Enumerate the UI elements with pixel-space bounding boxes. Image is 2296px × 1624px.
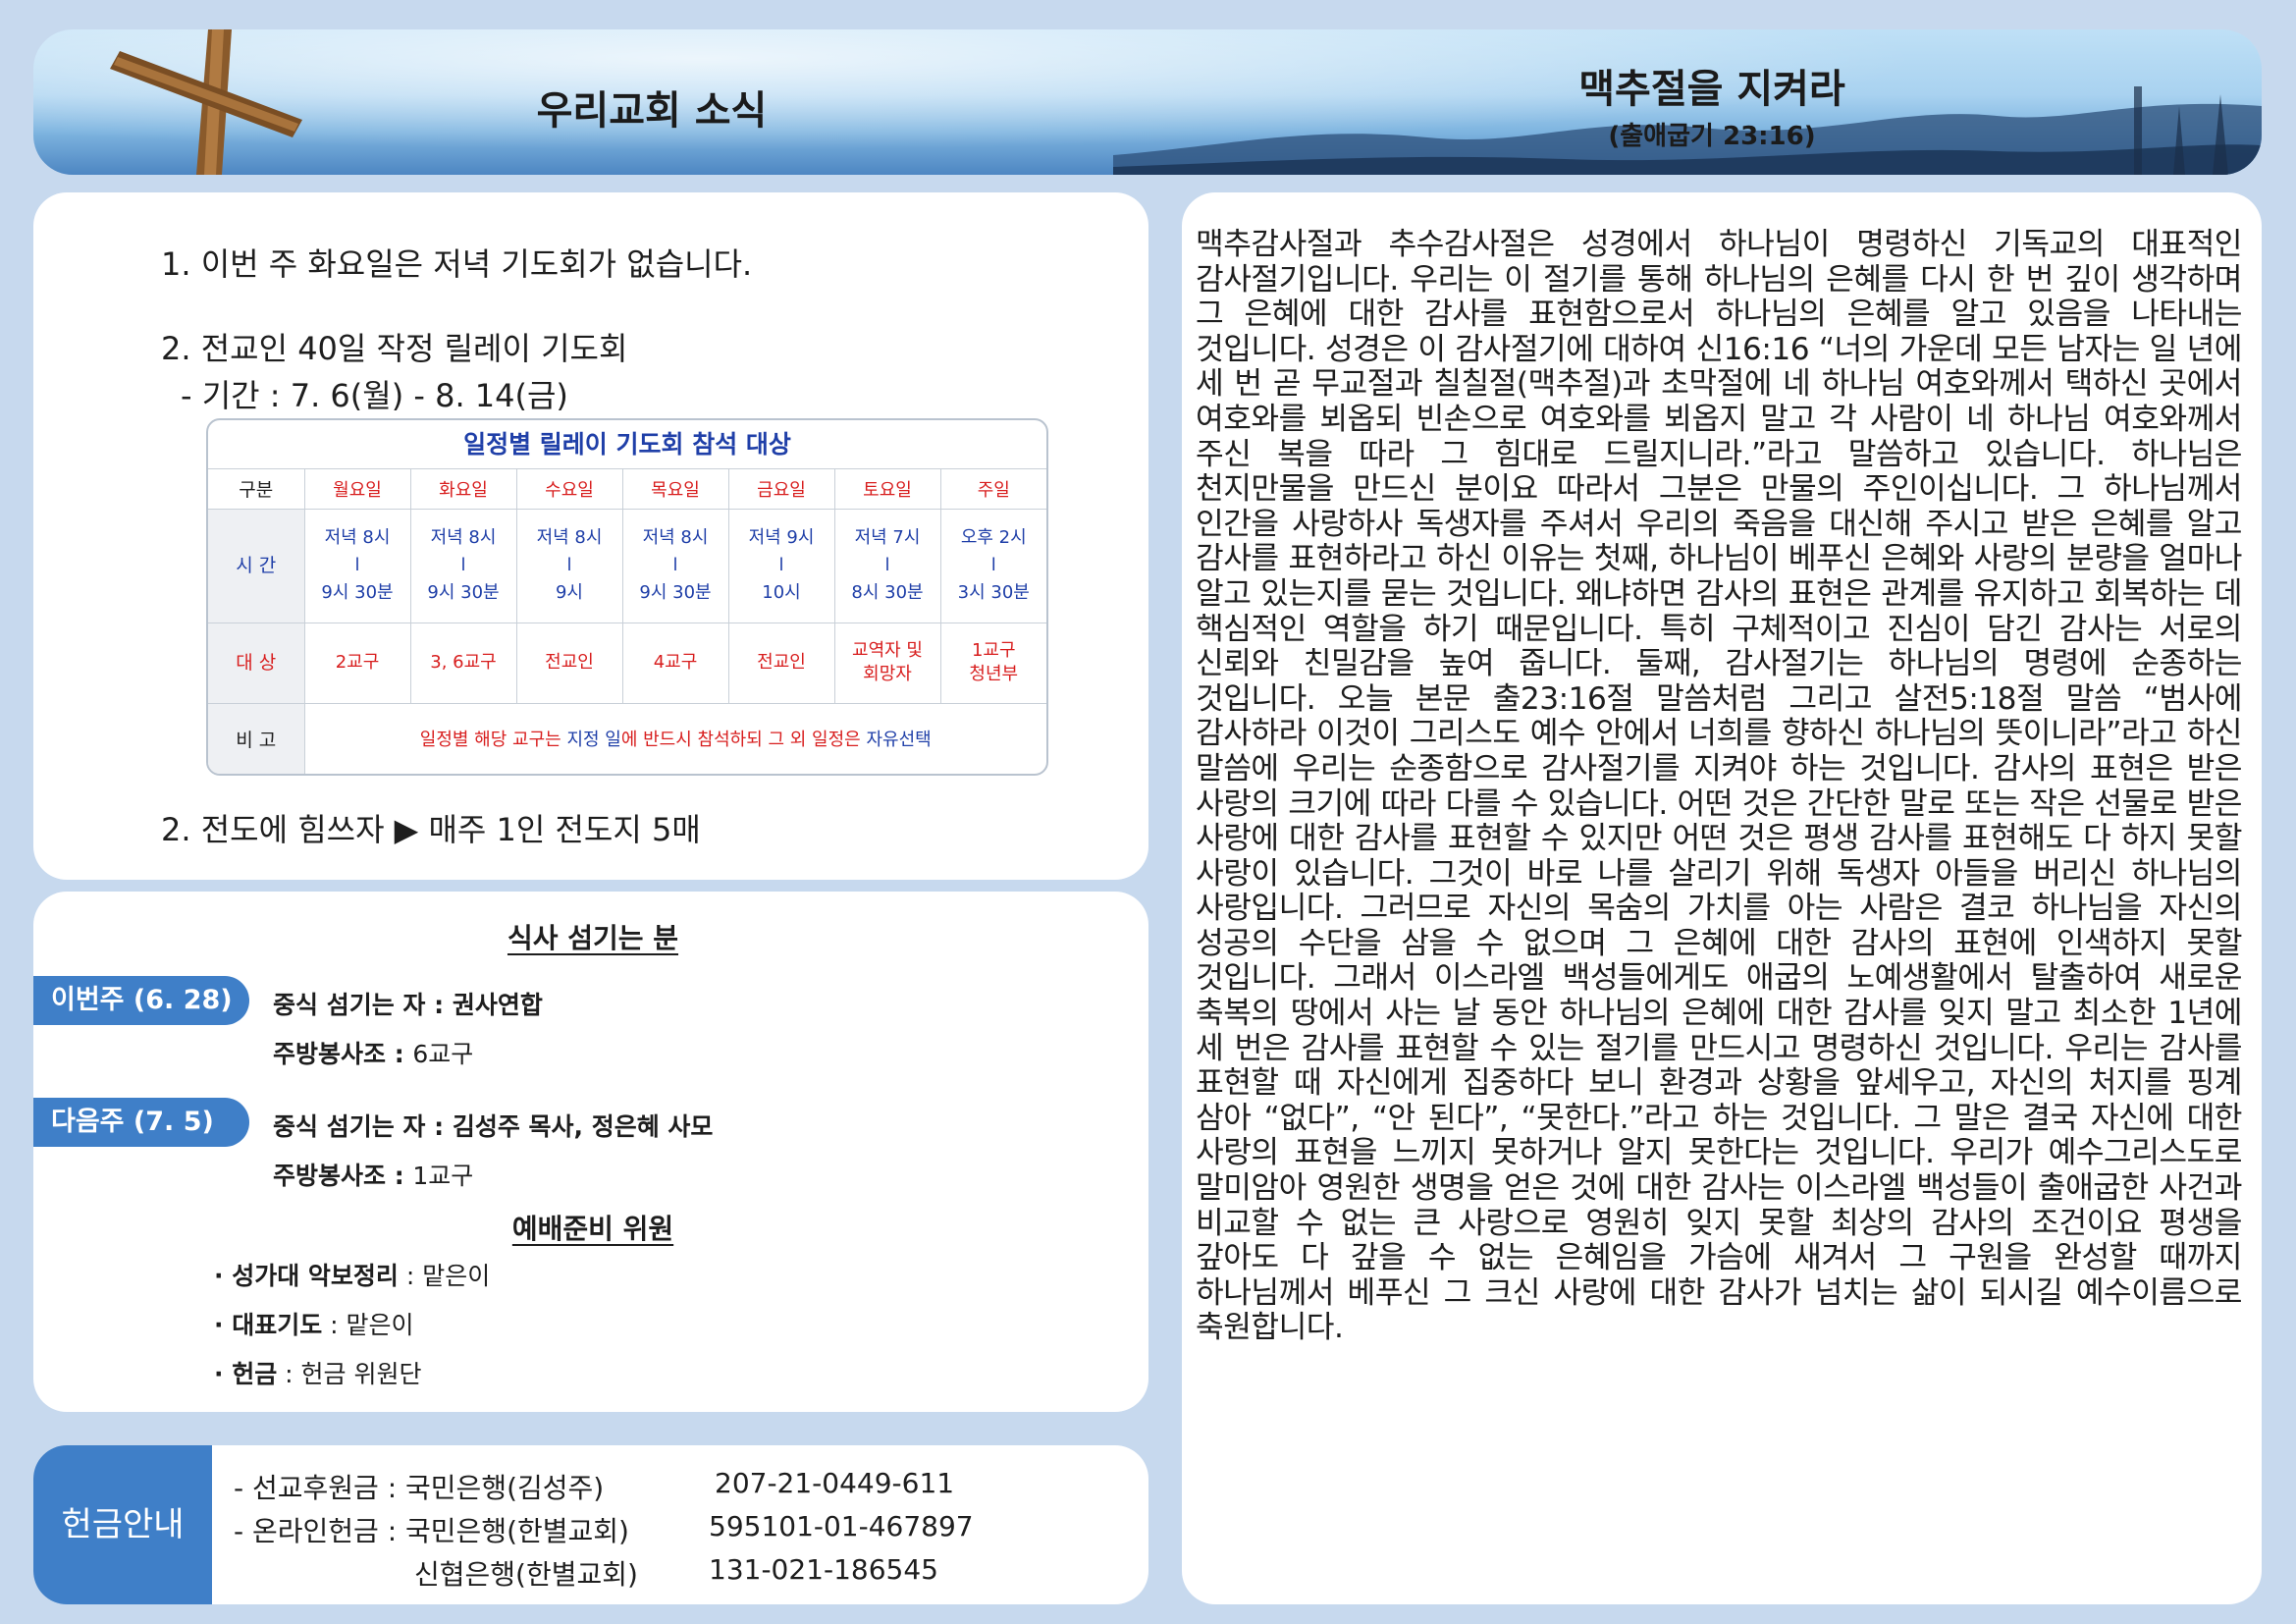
meal-panel: 식사 섬기는 분 이번주 (6. 28) 중식 섬기는 자 : 권사연합 주방봉… <box>33 892 1148 1412</box>
time-cell: 오후 2시 l 3시 30분 <box>939 508 1046 623</box>
theme-verse: (출애굽기 23:16) <box>1608 122 1816 151</box>
offering-panel: 헌금안내 - 선교후원금 : 국민은행(김성주) 207-21-0449-611… <box>33 1445 1148 1604</box>
relay-prayer-schedule: 일정별 릴레이 기도회 참석 대상 구분 월요일 화요일 수요일 목요일 금요일… <box>206 418 1048 776</box>
offering-line-1-account: 207-21-0449-611 <box>715 1467 955 1499</box>
day-wed: 수요일 <box>515 469 623 510</box>
offering-line-2-account: 595101-01-467897 <box>709 1510 974 1543</box>
day-fri: 금요일 <box>727 469 835 510</box>
this-week-kitchen: 주방봉사조 : 6교구 <box>273 1040 474 1068</box>
target-cell: 전교인 <box>727 622 835 704</box>
cross-icon <box>110 29 302 175</box>
time-cell: 저녁 9시 l 10시 <box>727 508 835 623</box>
time-cell: 저녁 8시 l 9시 <box>515 508 623 623</box>
notice-item-3: 2. 전도에 힘쓰자 ▶ 매주 1인 전도지 5매 <box>161 811 701 848</box>
schedule-target-row: 대 상 2교구 3, 6교구 전교인 4교구 전교인 교역자 및 회망자 1교구 청… <box>208 622 1046 704</box>
sermon-theme: 맥추절을 지켜라 (출애굽기 23:16) <box>1545 57 1879 152</box>
target-cell: 3, 6교구 <box>409 622 517 704</box>
offering-line-3: 신협은행(한별교회) 131-021-186545 <box>414 1553 938 1593</box>
time-cell: 저녁 7시 l 8시 30분 <box>833 508 941 623</box>
schedule-header-row: 구분 월요일 화요일 수요일 목요일 금요일 토요일 주일 <box>208 469 1046 510</box>
notice-item-2-period: - 기간 : 7. 6(월) - 8. 14(금) <box>181 377 568 414</box>
time-cell: 저녁 8시 l 9시 30분 <box>303 508 411 623</box>
schedule-table: 구분 월요일 화요일 수요일 목요일 금요일 토요일 주일 시 간 저녁 8시 l… <box>208 469 1046 774</box>
target-cell: 4교구 <box>621 622 729 704</box>
schedule-note-row: 비 고 일정별 해당 교구는 지정 일에 반드시 참석하되 그 외 일정은 자유… <box>208 702 1046 774</box>
header-label: 구분 <box>208 469 305 510</box>
target-cell: 교역자 및 회망자 <box>833 622 941 704</box>
offering-line-3-account: 131-021-186545 <box>709 1553 938 1586</box>
theme-title: 맥추절을 지켜라 <box>1578 67 1845 112</box>
next-week-server: 중식 섬기는 자 : 김성주 목사, 정은혜 사모 <box>273 1112 714 1141</box>
notice-item-2: 2. 전교인 40일 작정 릴레이 기도회 <box>161 330 628 367</box>
this-week-server: 중식 섬기는 자 : 권사연합 <box>273 991 543 1019</box>
offering-line-1-label: - 선교후원금 : 국민은행(김성주) <box>234 1472 605 1504</box>
offering-tag: 헌금안내 <box>33 1445 212 1604</box>
target-cell: 1교구 청년부 <box>939 622 1046 704</box>
sermon-panel: 맥추감사절과 추수감사절은 성경에서 하나님이 명령하신 기독교의 대표적인 감… <box>1182 192 2262 1604</box>
day-sun: 주일 <box>939 469 1046 510</box>
next-week-tag: 다음주 (7. 5) <box>33 1098 249 1147</box>
offering-line-2-label: - 온라인헌금 : 국민은행(한별교회) <box>234 1515 629 1547</box>
offering-line-1: - 선교후원금 : 국민은행(김성주) 207-21-0449-611 <box>234 1467 954 1506</box>
prep-offering: · 헌금 : 헌금 위원단 <box>214 1360 422 1388</box>
day-thu: 목요일 <box>621 469 729 510</box>
target-cell: 2교구 <box>303 622 411 704</box>
note-label: 비 고 <box>208 702 305 774</box>
offering-line-2: - 온라인헌금 : 국민은행(한별교회) 595101-01-467897 <box>234 1510 974 1549</box>
time-label: 시 간 <box>208 508 305 623</box>
sermon-body: 맥추감사절과 추수감사절은 성경에서 하나님이 명령하신 기독교의 대표적인 감… <box>1196 227 2243 1346</box>
day-sat: 토요일 <box>833 469 941 510</box>
target-label: 대 상 <box>208 622 305 704</box>
notices-panel: 1. 이번 주 화요일은 저녁 기도회가 없습니다. 2. 전교인 40일 작정… <box>33 192 1148 880</box>
schedule-time-row: 시 간 저녁 8시 l 9시 30분 저녁 8시 l 9시 30분 저녁 8시 l 9시 저… <box>208 508 1046 623</box>
next-week-kitchen: 주방봉사조 : 1교구 <box>273 1162 474 1190</box>
schedule-title: 일정별 릴레이 기도회 참석 대상 <box>208 420 1046 469</box>
notice-item-1: 1. 이번 주 화요일은 저녁 기도회가 없습니다. <box>161 245 753 283</box>
time-cell: 저녁 8시 l 9시 30분 <box>409 508 517 623</box>
this-week-tag: 이번주 (6. 28) <box>33 976 249 1025</box>
offering-line-3-label: 신협은행(한별교회) <box>414 1558 638 1591</box>
header-banner: 우리교회 소식 맥추절을 지켜라 (출애굽기 23:16) <box>33 29 2262 175</box>
day-mon: 월요일 <box>303 469 411 510</box>
page-title: 우리교회 소식 <box>536 88 768 134</box>
prep-title: 예배준비 위원 <box>511 1213 674 1245</box>
day-tue: 화요일 <box>409 469 517 510</box>
time-cell: 저녁 8시 l 9시 30분 <box>621 508 729 623</box>
meal-title: 식사 섬기는 분 <box>507 922 679 954</box>
prep-prayer: · 대표기도 : 맡은이 <box>214 1311 414 1339</box>
note-cell: 일정별 해당 교구는 지정 일에 반드시 참석하되 그 외 일정은 자유선택 <box>303 702 1046 774</box>
target-cell: 전교인 <box>515 622 623 704</box>
prep-choir: · 성가대 악보정리 : 맡은이 <box>214 1262 491 1290</box>
